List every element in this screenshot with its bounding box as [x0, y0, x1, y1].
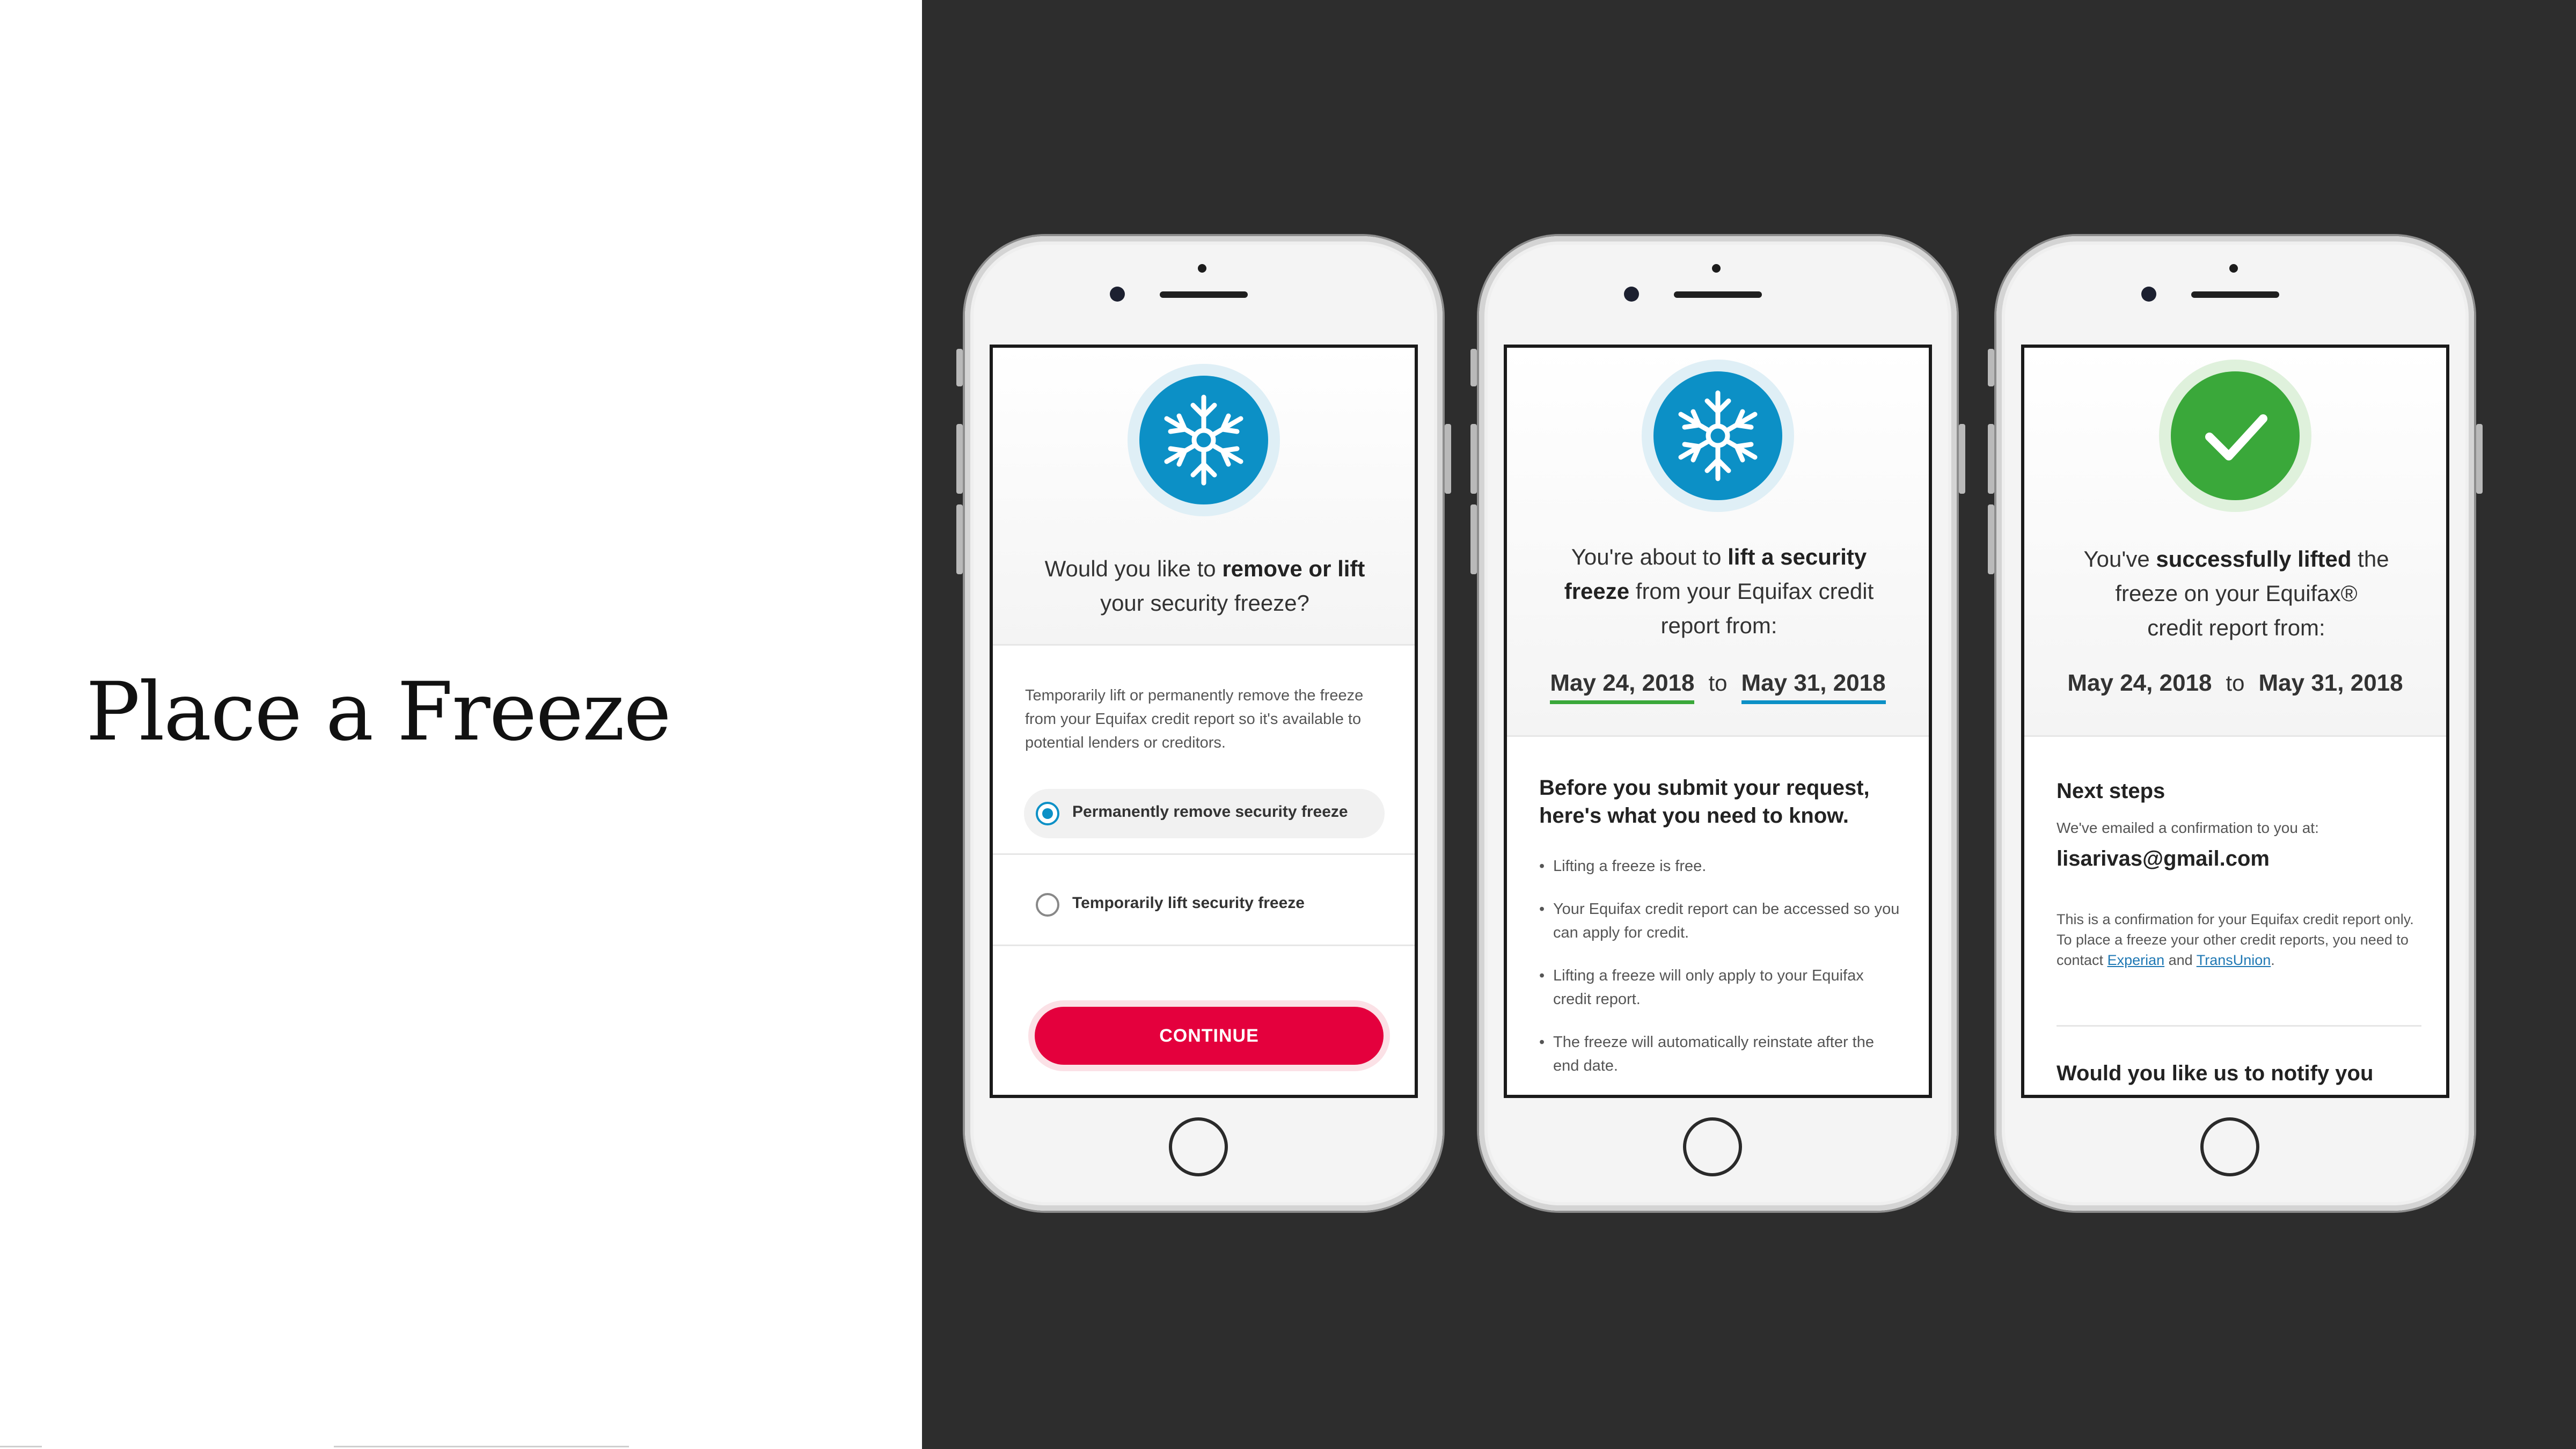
screen2-hero: You're about to lift a security freeze f…: [1507, 348, 1929, 735]
summary-text: freeze on your Equifax®: [2115, 581, 2358, 606]
note-text: .: [2271, 952, 2275, 968]
summary-text: the: [2351, 546, 2389, 572]
phone-volume-down: [1470, 504, 1477, 574]
option-label: Permanently remove security freeze: [1072, 803, 1348, 821]
date-separator: to: [2226, 670, 2245, 696]
question-text: Would you like to: [1044, 556, 1223, 581]
section-divider: [2057, 1025, 2421, 1027]
next-steps-heading: Next steps: [2057, 779, 2165, 803]
freeze-badge: [1128, 364, 1280, 516]
summary-emphasis: successfully lifted: [2156, 546, 2352, 572]
list-item: Lifting a freeze will only apply to your…: [1539, 964, 1904, 1011]
summary-text: report from:: [1660, 613, 1777, 638]
note-text: and: [2164, 952, 2197, 968]
phone-power-button: [1959, 424, 1965, 494]
freeze-badge: [1642, 360, 1794, 512]
snowflake-icon: [1678, 390, 1758, 481]
success-badge: [2159, 360, 2311, 512]
start-date: May 24, 2018: [2067, 670, 2212, 696]
question-emphasis: remove or lift: [1222, 556, 1365, 581]
mockup-backdrop: Would you like to remove or lift your se…: [922, 0, 2576, 1449]
screen2-date-range: May 24, 2018 to May 31, 2018: [1507, 670, 1929, 704]
phone-volume-up: [956, 424, 963, 494]
option-divider: [993, 853, 1415, 855]
end-date: May 31, 2018: [2258, 670, 2403, 696]
screen2-bullet-list: Lifting a freeze is free. Your Equifax c…: [1539, 854, 1904, 1095]
footer-divider-right: [334, 1446, 629, 1447]
option-permanently-remove[interactable]: Permanently remove security freeze: [1024, 789, 1385, 838]
phone-volume-up: [1470, 424, 1477, 494]
phone-lift-confirmation: You're about to lift a security freeze f…: [1470, 236, 1965, 1211]
phone-speaker: [1160, 291, 1248, 298]
home-button[interactable]: [1683, 1117, 1742, 1176]
home-button[interactable]: [1169, 1117, 1228, 1176]
phone-volume-down: [956, 504, 963, 574]
experian-link[interactable]: Experian: [2107, 952, 2165, 968]
phone-speaker: [2191, 291, 2279, 298]
screen-remove-or-lift: Would you like to remove or lift your se…: [990, 345, 1418, 1098]
phone-mute-switch: [1988, 349, 1994, 386]
summary-text: credit report from:: [2147, 615, 2325, 640]
option-divider: [993, 945, 1415, 946]
phone-front-camera: [2141, 287, 2156, 302]
phone-power-button: [1445, 424, 1451, 494]
phone-front-camera: [1624, 287, 1639, 302]
phone-sensor: [1198, 264, 1206, 273]
date-separator: to: [1708, 670, 1728, 696]
hero-divider: [993, 644, 1415, 646]
summary-text: You're about to: [1571, 544, 1728, 569]
list-item: Lifting a freeze is free.: [1539, 854, 1904, 878]
notify-heading: Would you like us to notify you: [2057, 1062, 2374, 1085]
screen3-date-range: May 24, 2018 to May 31, 2018: [2024, 670, 2446, 697]
phone-remove-or-lift: Would you like to remove or lift your se…: [956, 236, 1451, 1211]
list-item: The freeze will automatically reinstate …: [1539, 1030, 1904, 1078]
continue-button[interactable]: CONTINUE: [1035, 1007, 1384, 1065]
hero-divider: [1507, 735, 1929, 737]
snowflake-icon: [1164, 394, 1243, 486]
screen3-summary: You've successfully lifted the freeze on…: [2046, 542, 2427, 645]
phone-speaker: [1674, 291, 1762, 298]
confirmation-email: lisarivas@gmail.com: [2057, 847, 2270, 870]
screen1-description: Temporarily lift or permanently remove t…: [1025, 687, 1364, 751]
title-panel: Place a Freeze: [0, 0, 922, 1449]
footer-divider-left: [0, 1446, 42, 1447]
home-button[interactable]: [2200, 1117, 2259, 1176]
question-text-line2: your security freeze?: [1100, 590, 1309, 616]
summary-text: You've: [2083, 546, 2156, 572]
radio-empty-icon[interactable]: [1036, 893, 1059, 917]
summary-text: from your Equifax credit: [1629, 579, 1874, 604]
screen2-summary: You're about to lift a security freeze f…: [1528, 540, 1909, 643]
phone-power-button: [2476, 424, 2483, 494]
screen-lift-confirmation: You're about to lift a security freeze f…: [1504, 345, 1932, 1098]
checkmark-icon: [2205, 414, 2267, 460]
phone-mute-switch: [956, 349, 963, 386]
phone-front-camera: [1110, 287, 1125, 302]
summary-emphasis: lift a security: [1728, 544, 1867, 569]
screen3-hero: You've successfully lifted the freeze on…: [2024, 348, 2446, 735]
option-label: Temporarily lift security freeze: [1072, 894, 1305, 912]
start-date[interactable]: May 24, 2018: [1550, 670, 1695, 704]
screen1-hero: Would you like to remove or lift your se…: [993, 348, 1415, 644]
screen2-heading: Before you submit your request, here's w…: [1539, 776, 1870, 828]
phone-lift-success: You've successfully lifted the freeze on…: [1988, 236, 2483, 1211]
phone-mute-switch: [1470, 349, 1477, 386]
confirmation-note: This is a confirmation for your Equifax …: [2057, 909, 2421, 970]
screen1-question: Would you like to remove or lift your se…: [1014, 552, 1395, 620]
end-date[interactable]: May 31, 2018: [1741, 670, 1886, 704]
transunion-link[interactable]: TransUnion: [2197, 952, 2271, 968]
phone-sensor: [1712, 264, 1721, 273]
summary-emphasis: freeze: [1564, 579, 1630, 604]
email-intro: We've emailed a confirmation to you at:: [2057, 819, 2319, 836]
hero-divider: [2024, 735, 2446, 737]
option-temporarily-lift[interactable]: Temporarily lift security freeze: [1024, 880, 1385, 930]
radio-selected-icon[interactable]: [1036, 802, 1059, 825]
phone-volume-up: [1988, 424, 1994, 494]
list-item: Your Equifax credit report can be access…: [1539, 897, 1904, 945]
screen-lift-success: You've successfully lifted the freeze on…: [2021, 345, 2449, 1098]
slide-title: Place a Freeze: [86, 665, 671, 759]
phone-volume-down: [1988, 504, 1994, 574]
phone-sensor: [2229, 264, 2238, 273]
